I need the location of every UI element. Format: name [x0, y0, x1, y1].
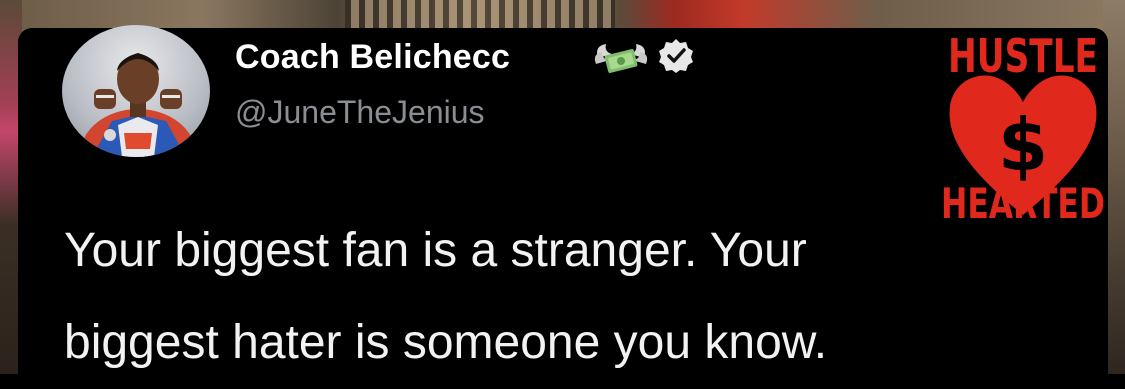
verified-check-icon [659, 39, 693, 73]
logo-symbol: $ [998, 103, 1048, 187]
avatar[interactable] [62, 25, 210, 157]
tweet-text-line: biggest hater is someone you know. [64, 316, 828, 369]
money-with-wings-icon [594, 44, 648, 73]
tweet-text-line: Your biggest fan is a stranger. Your [64, 224, 807, 277]
user-handle[interactable]: @JuneTheJenius [235, 94, 485, 131]
tweet-text: Your biggest fan is a stranger. Your big… [64, 205, 1084, 389]
logo-line1: HUSTLE [948, 29, 1098, 83]
display-name[interactable]: Coach Belichecc [235, 38, 510, 77]
avatar-photo [80, 53, 196, 157]
